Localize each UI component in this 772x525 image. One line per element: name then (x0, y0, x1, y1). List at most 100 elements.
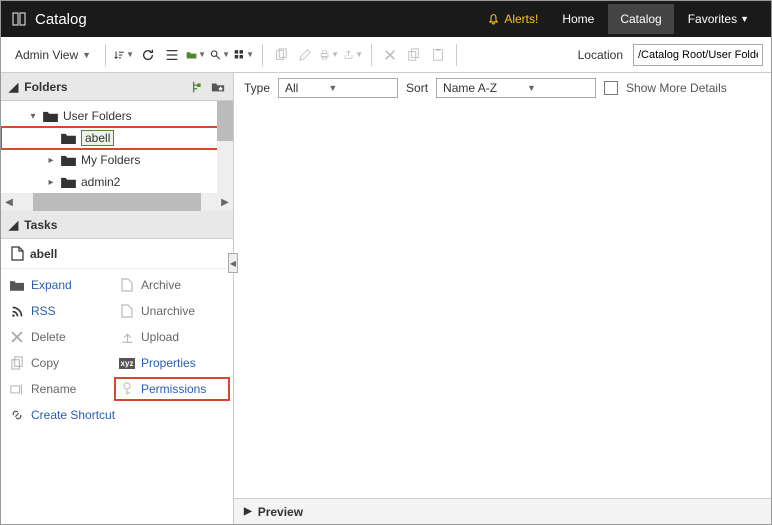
task-create-shortcut[interactable]: Create Shortcut (9, 407, 225, 423)
up-icon (119, 329, 135, 345)
splitter-handle[interactable]: ◀ (228, 253, 238, 273)
folders-panel-header[interactable]: ◢ Folders (1, 73, 233, 101)
tree-scrollbar-vertical[interactable] (217, 101, 233, 193)
task-label: Permissions (141, 382, 206, 396)
task-unarchive[interactable]: Unarchive (119, 303, 225, 319)
task-label: Create Shortcut (31, 408, 115, 422)
tree-row[interactable]: ▸ admin2 (1, 171, 233, 193)
copy-icon (9, 355, 25, 371)
task-label: RSS (31, 304, 56, 318)
doc-icon (119, 277, 135, 293)
search-icon[interactable]: ▼ (210, 45, 230, 65)
location-input[interactable] (633, 44, 763, 66)
type-value: All (285, 81, 298, 95)
toolbar: Admin View ▼ ▼ ▼ ▼ ▼ ▼ ▼ Location (1, 37, 771, 73)
tasks-panel-header[interactable]: ◢ Tasks (1, 211, 233, 239)
task-archive[interactable]: Archive (119, 277, 225, 293)
nav-catalog[interactable]: Catalog (608, 4, 673, 34)
task-expand[interactable]: Expand (9, 277, 115, 293)
folder-star-icon[interactable] (211, 80, 225, 94)
delete-icon (380, 45, 400, 65)
list-icon[interactable] (162, 45, 182, 65)
tasks-selected-file: abell (1, 239, 233, 269)
nav-favorites[interactable]: Favorites ▼ (676, 4, 761, 34)
task-rss[interactable]: RSS (9, 303, 115, 319)
tree-row[interactable]: ▾User Folders (1, 105, 233, 127)
filter-bar: Type All ▼ Sort Name A-Z ▼ Show More Det… (234, 73, 771, 103)
separator (105, 44, 106, 66)
main: ◢ Folders ▾User Foldersabell▸My Folders▸… (1, 73, 771, 524)
tree-expander-icon[interactable]: ▸ (45, 155, 57, 166)
rename-icon (9, 381, 25, 397)
folder-icon (61, 176, 77, 188)
preview-label: Preview (258, 505, 303, 519)
key-icon (119, 381, 135, 397)
task-label: Upload (141, 330, 179, 344)
folder-icon (43, 110, 59, 122)
rss-icon (9, 303, 25, 319)
task-grid: ExpandArchive RSS Unarchive Delete Upload Cop… (1, 269, 233, 431)
tree-expander-icon[interactable]: ▾ (27, 111, 39, 122)
tasks-file-label: abell (30, 247, 57, 261)
sort-label: Sort (406, 81, 428, 95)
task-delete[interactable]: Delete (9, 329, 115, 345)
task-label: Delete (31, 330, 66, 344)
task-label: Copy (31, 356, 59, 370)
tree-item-label: abell (81, 130, 114, 146)
task-permissions[interactable]: Permissions (116, 379, 228, 399)
tree-sync-icon[interactable] (191, 80, 205, 94)
topbar: Catalog Alerts! Home Catalog Favorites ▼ (1, 1, 771, 37)
chevron-down-icon: ▼ (527, 83, 536, 93)
task-upload[interactable]: Upload (119, 329, 225, 345)
task-label: Unarchive (141, 304, 195, 318)
sort-icon[interactable]: ▼ (114, 45, 134, 65)
show-more-checkbox[interactable] (604, 81, 618, 95)
tree-expander-icon[interactable]: ▸ (45, 177, 57, 188)
refresh-icon[interactable] (138, 45, 158, 65)
task-rename[interactable]: Rename (9, 381, 115, 397)
book-icon (11, 11, 27, 27)
edit-icon (295, 45, 315, 65)
grid-icon[interactable]: ▼ (234, 45, 254, 65)
collapse-arrow-icon: ◢ (9, 218, 18, 232)
folder-icon (9, 277, 25, 293)
page-title: Catalog (35, 11, 87, 28)
sort-value: Name A-Z (443, 81, 497, 95)
alerts-link[interactable]: Alerts! (477, 6, 548, 32)
task-copy[interactable]: Copy (9, 355, 115, 371)
tree-row[interactable]: abell (1, 127, 233, 149)
x-icon (9, 329, 25, 345)
view-selector-label: Admin View (15, 48, 78, 62)
separator (262, 44, 263, 66)
separator (371, 44, 372, 66)
duplicate-icon (404, 45, 424, 65)
expand-arrow-icon: ▶ (244, 506, 252, 517)
scroll-right-icon[interactable]: ▶ (217, 197, 233, 208)
collapse-arrow-icon: ◢ (9, 80, 18, 94)
scroll-left-icon[interactable]: ◀ (1, 197, 17, 208)
type-select[interactable]: All ▼ (278, 78, 398, 98)
tree-row[interactable]: ▸ My Folders (1, 149, 233, 171)
location-label: Location (578, 48, 629, 62)
xyz-icon: xyz (119, 355, 135, 371)
tree-item-label: My Folders (81, 153, 140, 167)
nav-home[interactable]: Home (550, 4, 606, 34)
view-selector[interactable]: Admin View ▼ (9, 44, 97, 66)
content-area: ◀ Type All ▼ Sort Name A-Z ▼ Show More D… (234, 73, 771, 524)
task-properties[interactable]: xyz Properties (119, 355, 225, 371)
folder-icon (61, 132, 77, 144)
tree-item-label: admin2 (81, 175, 120, 189)
bell-icon (487, 13, 500, 26)
tree-scrollbar-horizontal[interactable]: ◀ ▶ (1, 193, 233, 211)
link-icon (9, 407, 25, 423)
nav-favorites-label: Favorites (688, 12, 737, 26)
preview-panel-header[interactable]: ▶ Preview (234, 498, 771, 524)
chevron-down-icon: ▼ (740, 14, 749, 24)
show-more-label: Show More Details (626, 81, 727, 95)
task-label: Properties (141, 356, 196, 370)
new-folder-icon[interactable]: ▼ (186, 45, 206, 65)
sort-select[interactable]: Name A-Z ▼ (436, 78, 596, 98)
file-icon (11, 246, 24, 261)
chevron-down-icon: ▼ (82, 50, 91, 60)
separator (456, 44, 457, 66)
